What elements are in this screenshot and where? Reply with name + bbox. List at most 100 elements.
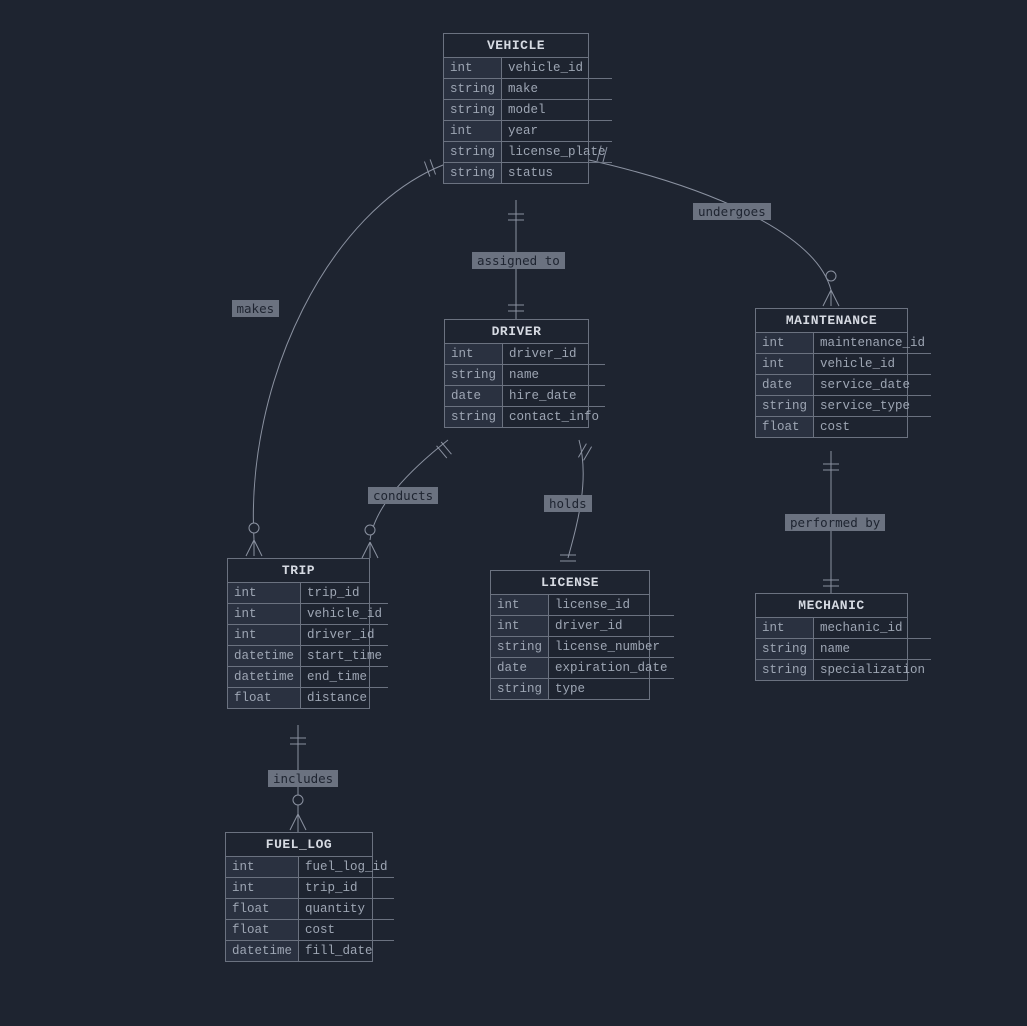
field-type: string [445,365,503,386]
field-type: int [491,595,549,616]
rel-label-makes: makes [232,300,280,317]
entity-trip: TRIPinttrip_idintvehicle_idintdriver_idd… [227,558,370,709]
field-name: vehicle_id [301,604,389,625]
field-type: int [756,618,814,639]
entity-fields: intmaintenance_idintvehicle_iddateservic… [756,333,931,437]
entity-vehicle: VEHICLEintvehicle_idstringmakestringmode… [443,33,589,184]
field-type: int [226,878,299,899]
field-name: cost [814,417,932,438]
field-type: string [445,407,503,428]
field-name: mechanic_id [814,618,932,639]
field-type: int [756,354,814,375]
entity-field-row: intdriver_id [445,344,605,365]
entity-field-row: floatcost [756,417,931,438]
entity-title: TRIP [228,559,369,583]
field-type: int [226,857,299,878]
entity-field-row: floatquantity [226,899,394,920]
entity-field-row: intdriver_id [228,625,388,646]
entity-field-row: stringlicense_number [491,637,674,658]
entity-fields: intfuel_log_idinttrip_idfloatquantityflo… [226,857,394,961]
field-name: fuel_log_id [299,857,394,878]
rel-label-holds: holds [544,495,592,512]
entity-field-row: intmaintenance_id [756,333,931,354]
rel-label-assigned-to: assigned to [472,252,565,269]
field-name: hire_date [503,386,606,407]
field-type: string [444,142,502,163]
entity-field-row: intlicense_id [491,595,674,616]
entity-field-row: intfuel_log_id [226,857,394,878]
entity-maintenance: MAINTENANCEintmaintenance_idintvehicle_i… [755,308,908,438]
entity-fields: intmechanic_idstringnamestringspecializa… [756,618,931,680]
field-type: date [491,658,549,679]
field-type: date [756,375,814,396]
entity-field-row: stringname [756,639,931,660]
field-name: name [814,639,932,660]
entity-field-row: intmechanic_id [756,618,931,639]
field-type: float [756,417,814,438]
field-type: datetime [228,646,301,667]
entity-field-row: stringcontact_info [445,407,605,428]
field-name: distance [301,688,389,709]
field-type: string [756,660,814,681]
field-name: trip_id [301,583,389,604]
field-name: start_time [301,646,389,667]
entity-field-row: stringmake [444,79,612,100]
field-type: string [756,639,814,660]
entity-field-row: floatdistance [228,688,388,709]
rel-label-undergoes: undergoes [693,203,771,220]
field-name: quantity [299,899,394,920]
field-type: int [756,333,814,354]
entity-field-row: floatcost [226,920,394,941]
field-type: string [444,79,502,100]
entity-field-row: inttrip_id [226,878,394,899]
field-type: int [445,344,503,365]
entity-field-row: datetimeend_time [228,667,388,688]
entity-field-row: stringname [445,365,605,386]
field-name: driver_id [549,616,674,637]
field-type: int [491,616,549,637]
field-name: vehicle_id [502,58,612,79]
field-type: datetime [228,667,301,688]
field-name: make [502,79,612,100]
field-name: specialization [814,660,932,681]
entity-field-row: stringservice_type [756,396,931,417]
field-name: cost [299,920,394,941]
field-type: int [444,58,502,79]
field-name: name [503,365,606,386]
entity-field-row: stringspecialization [756,660,931,681]
field-name: year [502,121,612,142]
entity-field-row: stringmodel [444,100,612,121]
entity-field-row: dateservice_date [756,375,931,396]
field-name: fill_date [299,941,394,962]
entity-field-row: intvehicle_id [228,604,388,625]
field-type: string [444,100,502,121]
field-name: trip_id [299,878,394,899]
field-type: string [444,163,502,184]
rel-label-includes: includes [268,770,338,787]
entity-field-row: datehire_date [445,386,605,407]
field-type: float [226,899,299,920]
entity-field-row: intvehicle_id [756,354,931,375]
field-name: service_type [814,396,932,417]
field-name: status [502,163,612,184]
entity-driver: DRIVERintdriver_idstringnamedatehire_dat… [444,319,589,428]
field-name: license_plate [502,142,612,163]
entity-field-row: datetimestart_time [228,646,388,667]
entity-fuel_log: FUEL_LOGintfuel_log_idinttrip_idfloatqua… [225,832,373,962]
entity-title: DRIVER [445,320,588,344]
entity-mechanic: MECHANICintmechanic_idstringnamestringsp… [755,593,908,681]
field-name: model [502,100,612,121]
entity-field-row: intyear [444,121,612,142]
entity-title: MECHANIC [756,594,907,618]
entity-fields: intlicense_idintdriver_idstringlicense_n… [491,595,674,699]
field-name: end_time [301,667,389,688]
entity-title: MAINTENANCE [756,309,907,333]
field-type: string [756,396,814,417]
field-name: license_number [549,637,674,658]
field-type: string [491,679,549,700]
entity-title: FUEL_LOG [226,833,372,857]
rel-label-conducts: conducts [368,487,438,504]
entity-fields: intdriver_idstringnamedatehire_datestrin… [445,344,605,427]
entity-field-row: stringstatus [444,163,612,184]
field-name: license_id [549,595,674,616]
